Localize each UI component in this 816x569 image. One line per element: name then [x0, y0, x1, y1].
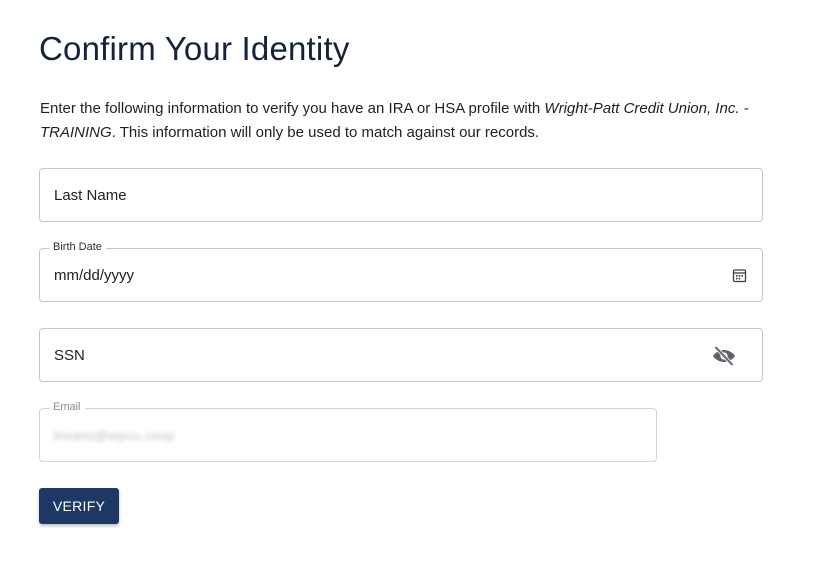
confirm-identity-page: Confirm Your Identity Enter the followin…	[0, 0, 816, 569]
intro-text-end: . This information will only be used to …	[111, 124, 540, 141]
last-name-field[interactable]: Last Name	[39, 168, 763, 222]
birth-date-value: mm/dd/yyyy	[54, 267, 135, 284]
intro-text-start: Enter the following information to verif…	[40, 100, 545, 117]
last-name-placeholder: Last Name	[54, 187, 127, 204]
ssn-field[interactable]: SSN	[39, 328, 763, 382]
email-value: lnvans@wpcu.coop	[54, 428, 175, 443]
email-label: Email	[49, 401, 85, 413]
birth-date-field[interactable]: Birth Date mm/dd/yyyy	[39, 241, 763, 302]
intro-text: Enter the following information to verif…	[40, 97, 760, 145]
calendar-icon[interactable]	[732, 268, 747, 283]
email-field[interactable]: Email lnvans@wpcu.coop	[39, 401, 657, 462]
birth-date-label: Birth Date	[49, 241, 106, 253]
verify-button[interactable]: VERIFY	[39, 488, 119, 524]
page-title: Confirm Your Identity	[39, 30, 350, 67]
ssn-placeholder: SSN	[54, 347, 85, 364]
eye-off-icon[interactable]	[712, 345, 736, 367]
